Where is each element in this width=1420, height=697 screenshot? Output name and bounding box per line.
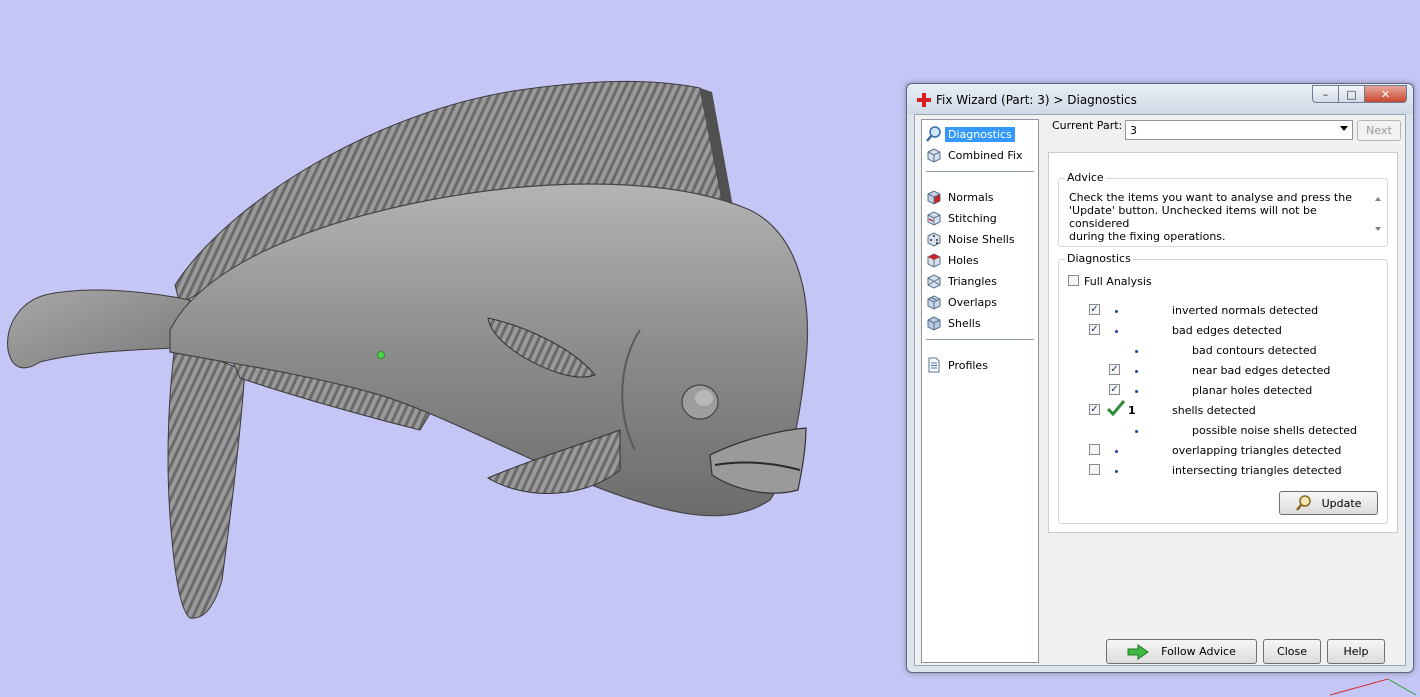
full-analysis-checkbox[interactable] bbox=[1068, 275, 1079, 286]
status-bullet bbox=[1135, 390, 1138, 393]
diagnostics-group: Diagnostics Full Analysis ✓ inverted nor… bbox=[1058, 252, 1388, 524]
advice-group: Advice Check the items you want to analy… bbox=[1058, 171, 1388, 247]
status-bullet bbox=[1135, 370, 1138, 373]
title-bar[interactable]: Fix Wizard (Part: 3) > Diagnostics – □ ✕ bbox=[907, 84, 1413, 114]
status-bullet bbox=[1135, 430, 1138, 433]
red-cross-icon bbox=[917, 93, 931, 107]
advice-text: Check the items you want to analyse and … bbox=[1069, 191, 1352, 243]
status-bullet bbox=[1115, 330, 1118, 333]
shells-checkbox[interactable]: ✓ bbox=[1089, 404, 1100, 415]
diag-row-label: possible noise shells detected bbox=[1192, 424, 1358, 437]
minimize-button[interactable]: – bbox=[1312, 85, 1338, 103]
nav-item-shells[interactable]: Shells bbox=[926, 313, 984, 333]
green-arrow-icon bbox=[1127, 643, 1150, 660]
window-title: Fix Wizard (Part: 3) > Diagnostics bbox=[936, 93, 1137, 107]
scroll-up-icon[interactable] bbox=[1375, 197, 1381, 201]
cube-icon bbox=[927, 148, 941, 163]
nav-item-profiles[interactable]: Profiles bbox=[926, 355, 991, 375]
diag-row-label: bad edges detected bbox=[1172, 324, 1282, 337]
diag-row-label: intersecting triangles detected bbox=[1172, 464, 1342, 477]
advice-title: Advice bbox=[1065, 171, 1106, 184]
nav-item-stitching[interactable]: Stitching bbox=[926, 208, 1000, 228]
close-window-button[interactable]: ✕ bbox=[1364, 85, 1407, 103]
fish-model[interactable] bbox=[0, 0, 900, 697]
planar-holes-checkbox[interactable]: ✓ bbox=[1109, 384, 1120, 395]
status-bullet bbox=[1135, 350, 1138, 353]
intersecting-triangles-checkbox[interactable] bbox=[1089, 464, 1100, 475]
fix-wizard-dialog: Fix Wizard (Part: 3) > Diagnostics – □ ✕… bbox=[906, 83, 1414, 673]
selection-point bbox=[377, 351, 385, 359]
magnifier-icon bbox=[1295, 495, 1311, 511]
nav-item-diagnostics[interactable]: Diagnostics bbox=[926, 124, 1015, 144]
green-check-icon bbox=[1107, 400, 1125, 416]
dialog-client: Diagnostics Combined Fix Normals Stitchi… bbox=[914, 114, 1406, 666]
nav-item-overlaps[interactable]: Overlaps bbox=[926, 292, 1000, 312]
next-button[interactable]: Next bbox=[1357, 120, 1401, 141]
cube-red-face-icon bbox=[927, 190, 941, 205]
nav-item-normals[interactable]: Normals bbox=[926, 187, 997, 207]
current-part-select[interactable]: 3 bbox=[1125, 120, 1353, 140]
advice-scrollbar[interactable] bbox=[1370, 187, 1386, 239]
shell-cube-icon bbox=[927, 316, 941, 331]
current-part-label: Current Part: bbox=[1052, 119, 1123, 132]
nav-item-holes[interactable]: Holes bbox=[926, 250, 982, 270]
diag-row-label: shells detected bbox=[1172, 404, 1256, 417]
nav-item-triangles[interactable]: Triangles bbox=[926, 271, 1000, 291]
diag-row-label: overlapping triangles detected bbox=[1172, 444, 1342, 457]
nav-separator bbox=[926, 339, 1034, 340]
document-icon bbox=[928, 357, 940, 373]
nav-list: Diagnostics Combined Fix Normals Stitchi… bbox=[921, 119, 1039, 663]
nav-item-combined-fix[interactable]: Combined Fix bbox=[926, 145, 1025, 165]
diagnostics-title: Diagnostics bbox=[1065, 252, 1133, 265]
overlapping-triangles-checkbox[interactable] bbox=[1089, 444, 1100, 455]
near-bad-edges-checkbox[interactable]: ✓ bbox=[1109, 364, 1120, 375]
nav-separator bbox=[926, 171, 1034, 172]
scroll-down-icon[interactable] bbox=[1375, 227, 1381, 231]
cube-hole-icon bbox=[927, 253, 941, 268]
nav-item-noise-shells[interactable]: Noise Shells bbox=[926, 229, 1018, 249]
axis-indicator bbox=[1329, 678, 1417, 696]
triangle-cube-icon bbox=[927, 274, 941, 289]
maximize-button[interactable]: □ bbox=[1338, 85, 1364, 103]
shell-count: 1 bbox=[1128, 404, 1136, 417]
status-bullet bbox=[1115, 310, 1118, 313]
status-bullet bbox=[1115, 450, 1118, 453]
overlap-cube-icon bbox=[927, 295, 941, 310]
bad-edges-checkbox[interactable]: ✓ bbox=[1089, 324, 1100, 335]
diag-row-label: near bad edges detected bbox=[1192, 364, 1331, 377]
diagnostics-panel: Advice Check the items you want to analy… bbox=[1048, 152, 1398, 533]
chevron-down-icon bbox=[1340, 126, 1348, 131]
full-analysis-label: Full Analysis bbox=[1084, 275, 1152, 288]
diag-row-label: planar holes detected bbox=[1192, 384, 1313, 397]
status-bullet bbox=[1115, 470, 1118, 473]
diag-row-label: bad contours detected bbox=[1192, 344, 1317, 357]
magnifier-icon bbox=[926, 126, 941, 142]
close-button[interactable]: Close bbox=[1263, 639, 1321, 664]
follow-advice-button[interactable]: Follow Advice bbox=[1106, 639, 1257, 664]
inverted-normals-checkbox[interactable]: ✓ bbox=[1089, 304, 1100, 315]
dice-icon bbox=[927, 232, 941, 247]
update-button[interactable]: Update bbox=[1279, 491, 1378, 515]
diag-row-label: inverted normals detected bbox=[1172, 304, 1319, 317]
cube-stitch-icon bbox=[927, 211, 941, 226]
help-button[interactable]: Help bbox=[1327, 639, 1385, 664]
